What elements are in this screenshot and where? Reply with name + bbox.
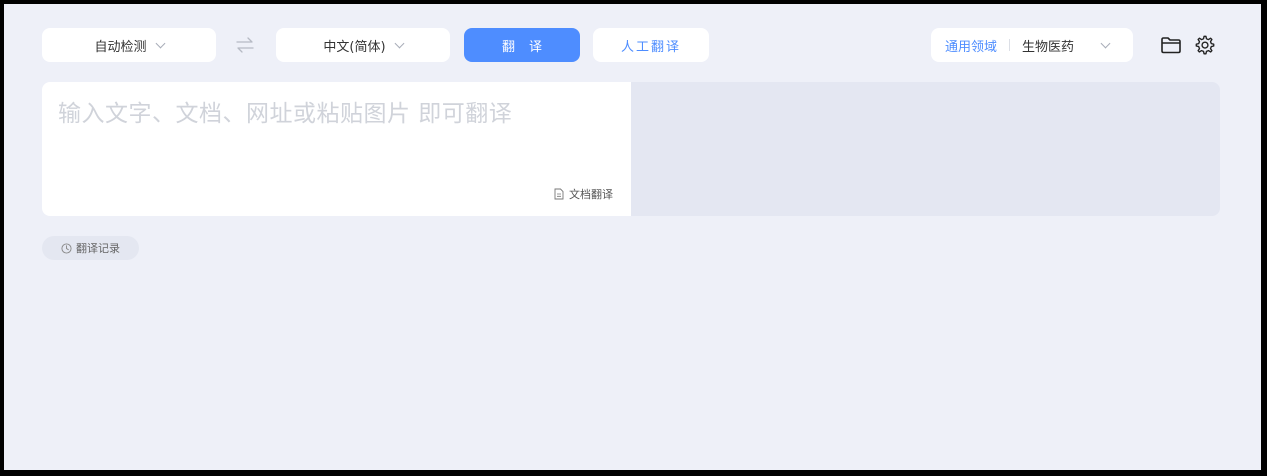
domain-general-option[interactable]: 通用领域 xyxy=(945,36,997,55)
translate-button[interactable]: 翻译 xyxy=(464,28,580,62)
chevron-down-icon xyxy=(394,38,405,48)
chevron-down-icon xyxy=(155,38,165,48)
domain-divider xyxy=(1009,39,1011,51)
clock-icon xyxy=(61,242,72,254)
swap-arrows-icon[interactable] xyxy=(234,34,256,56)
document-translate-label: 文档翻译 xyxy=(569,188,613,201)
chevron-down-icon[interactable] xyxy=(1100,38,1111,48)
source-language-label: 自动检测 xyxy=(94,39,147,55)
domain-selected-option[interactable]: 生物医药 xyxy=(1022,36,1074,55)
translator-app: 自动检测 中文(简体) 翻译 人工翻译 通用领域 生物医药 输入文字、文档、网址… xyxy=(4,4,1261,470)
document-translate-button[interactable]: 文档翻译 xyxy=(554,186,613,202)
gear-icon[interactable] xyxy=(1194,34,1216,56)
history-label: 翻译记录 xyxy=(76,242,120,255)
domain-select: 通用领域 生物医药 xyxy=(931,28,1133,62)
target-language-select[interactable]: 中文(简体) xyxy=(276,28,450,62)
human-translate-button[interactable]: 人工翻译 xyxy=(593,28,709,62)
source-text-panel[interactable]: 输入文字、文档、网址或粘贴图片 即可翻译 文档翻译 xyxy=(42,82,631,216)
translation-history-button[interactable]: 翻译记录 xyxy=(42,236,139,260)
source-text-placeholder[interactable]: 输入文字、文档、网址或粘贴图片 即可翻译 xyxy=(58,94,512,128)
source-language-select[interactable]: 自动检测 xyxy=(42,28,216,62)
folder-icon[interactable] xyxy=(1160,35,1182,55)
translation-output-panel xyxy=(631,82,1220,216)
document-icon xyxy=(554,188,564,200)
target-language-label: 中文(简体) xyxy=(323,39,386,55)
